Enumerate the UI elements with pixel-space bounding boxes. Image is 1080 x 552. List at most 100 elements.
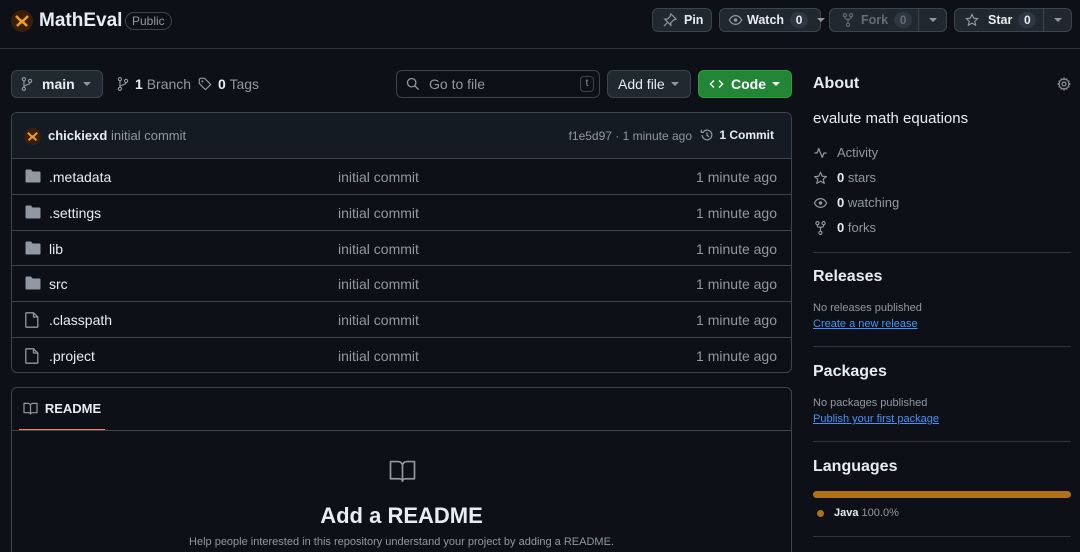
file-commit-link[interactable]: initial commit (338, 169, 419, 185)
commit-author-link[interactable]: chickiexd (48, 128, 107, 143)
add-file-label: Add file (618, 76, 665, 92)
file-name-link[interactable]: .project (49, 348, 95, 364)
packages-empty-text: No packages published (813, 397, 928, 409)
file-commit-link[interactable]: initial commit (338, 205, 419, 221)
releases-heading[interactable]: Releases (813, 268, 1071, 286)
stars-count: 0 (837, 170, 845, 185)
fork-button[interactable]: Fork 0 (829, 8, 947, 32)
language-name: Java (834, 507, 859, 519)
git-branch-icon (21, 77, 33, 91)
search-icon (406, 77, 420, 91)
folder-icon (25, 169, 41, 183)
star-icon (965, 13, 979, 27)
tag-icon (198, 77, 212, 91)
pin-button[interactable]: Pin (652, 8, 712, 32)
eye-icon (728, 13, 743, 27)
code-icon (709, 77, 724, 91)
forks-link[interactable]: 0 forks (813, 220, 876, 235)
file-age: 1 minute ago (696, 312, 777, 329)
branches-label: Branch (146, 76, 192, 92)
file-row[interactable]: .metadata initial commit 1 minute ago (12, 159, 791, 195)
commit-sha-link[interactable]: f1e5d97 · 1 minute ago (569, 129, 692, 143)
folder-icon (25, 241, 41, 255)
star-dropdown[interactable] (1043, 9, 1071, 31)
file-icon (25, 348, 39, 364)
divider (813, 346, 1071, 347)
tags-label: Tags (229, 76, 260, 92)
file-commit-link[interactable]: initial commit (338, 312, 419, 328)
commit-message-link[interactable]: initial commit (111, 128, 186, 143)
watch-button[interactable]: Watch 0 (719, 8, 826, 32)
publish-package-link[interactable]: Publish your first package (813, 413, 939, 425)
star-button[interactable]: Star 0 (954, 8, 1072, 32)
file-row[interactable]: .project initial commit 1 minute ago (12, 338, 791, 372)
watching-link[interactable]: 0 watching (813, 195, 899, 210)
add-file-button[interactable]: Add file (607, 70, 691, 98)
tags-link[interactable]: 0 Tags (198, 76, 259, 92)
file-commit-link[interactable]: initial commit (338, 348, 419, 364)
divider (813, 252, 1071, 253)
file-row[interactable]: .settings initial commit 1 minute ago (12, 195, 791, 231)
gear-icon[interactable] (1057, 77, 1071, 91)
chevron-down-icon (670, 79, 680, 89)
watching-count: 0 (837, 195, 845, 210)
repo-description: evalute math equations (813, 110, 969, 127)
book-icon (388, 459, 417, 483)
language-percent: 100.0% (861, 507, 899, 519)
packages-heading[interactable]: Packages (813, 363, 1071, 381)
language-item[interactable]: Java 100.0% (817, 507, 899, 519)
file-name-link[interactable]: lib (49, 241, 63, 257)
pin-icon (663, 13, 677, 27)
language-color-dot (817, 509, 824, 517)
code-label: Code (731, 76, 766, 92)
forks-count: 0 (837, 220, 845, 235)
stars-link[interactable]: 0 stars (813, 170, 876, 185)
stars-label: stars (847, 170, 877, 185)
branches-link[interactable]: 1 Branch (117, 76, 191, 92)
go-to-file-input[interactable]: Go to file t (396, 70, 600, 98)
activity-link[interactable]: Activity (813, 145, 878, 160)
file-row[interactable]: .classpath initial commit 1 minute ago (12, 302, 791, 338)
file-commit-link[interactable]: initial commit (338, 241, 419, 257)
fork-dropdown[interactable] (918, 9, 946, 31)
file-name-link[interactable]: .metadata (49, 169, 111, 185)
releases-empty-text: No releases published (813, 302, 922, 314)
create-release-link[interactable]: Create a new release (813, 318, 918, 330)
divider (813, 441, 1071, 442)
file-browser: chickiexd initial commit f1e5d97 · 1 min… (11, 112, 792, 373)
tags-count: 0 (218, 76, 226, 92)
repo-name-link[interactable]: MathEval (39, 10, 122, 32)
fork-icon (813, 220, 828, 235)
watch-count: 0 (790, 12, 809, 28)
file-age: 1 minute ago (696, 276, 777, 293)
watch-label: Watch (747, 13, 785, 27)
file-name-link[interactable]: .classpath (49, 312, 112, 328)
history-icon (700, 128, 714, 142)
file-age: 1 minute ago (696, 240, 777, 257)
avatar[interactable] (24, 128, 41, 145)
visibility-badge: Public (125, 12, 172, 30)
branch-selector[interactable]: main (11, 70, 103, 98)
file-age: 1 minute ago (696, 169, 777, 185)
chevron-down-icon (928, 18, 937, 22)
file-name-link[interactable]: src (49, 276, 68, 292)
go-to-file-placeholder: Go to file (429, 76, 486, 92)
tab-readme[interactable]: README (19, 388, 105, 431)
star-count: 0 (1018, 12, 1037, 28)
git-branch-icon (117, 77, 129, 91)
chevron-down-icon (816, 15, 826, 25)
file-row[interactable]: src initial commit 1 minute ago (12, 266, 791, 303)
file-icon (25, 312, 39, 329)
commits-history-link[interactable]: 1 Commit (700, 128, 774, 142)
watching-label: watching (847, 195, 900, 210)
about-heading: About (813, 75, 860, 92)
fork-icon (842, 13, 854, 27)
pulse-icon (813, 146, 828, 160)
divider (12, 430, 791, 431)
file-commit-link[interactable]: initial commit (338, 276, 419, 292)
file-row[interactable]: lib initial commit 1 minute ago (12, 231, 791, 267)
code-button[interactable]: Code (698, 70, 792, 98)
repo-owner-avatar[interactable] (11, 10, 33, 32)
chevron-down-icon (1053, 18, 1062, 22)
file-name-link[interactable]: .settings (49, 205, 101, 221)
